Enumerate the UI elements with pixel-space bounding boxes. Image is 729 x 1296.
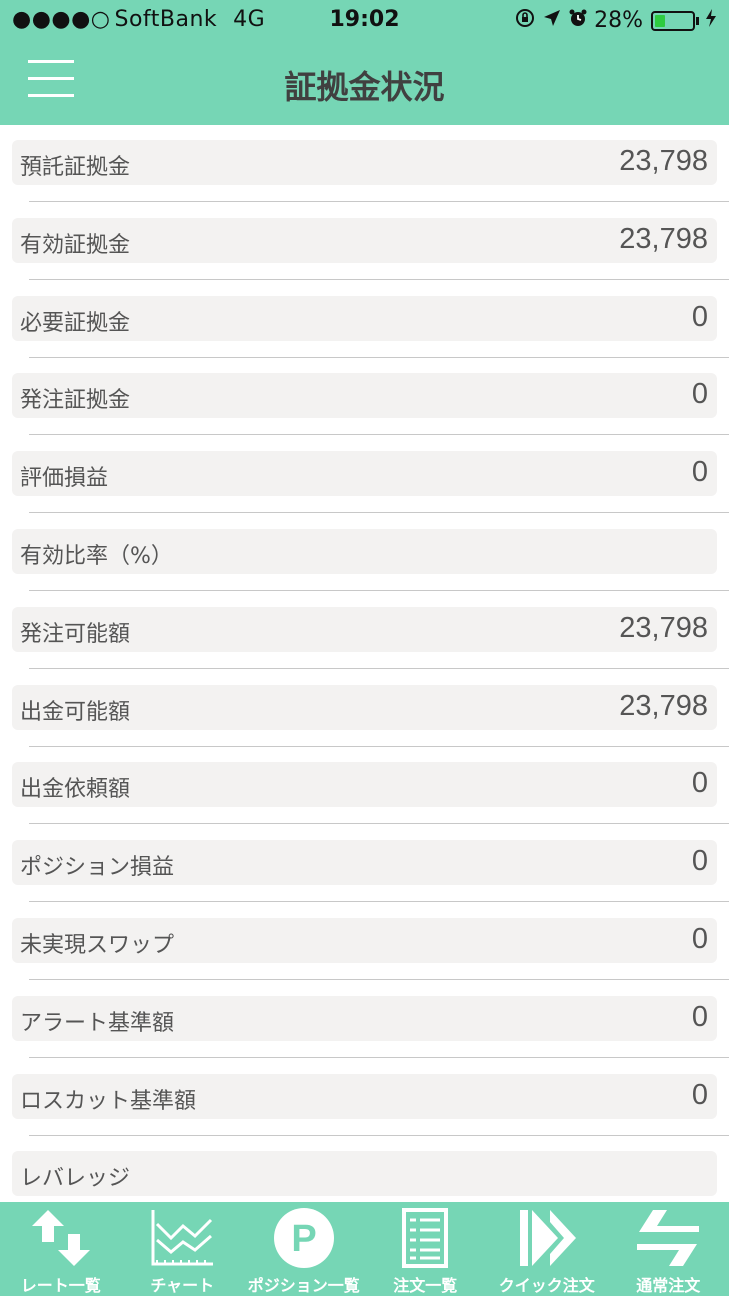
top-bar: ●●●●○ SoftBank 4G 19:02 28% 証拠金状況 <box>0 0 729 125</box>
charging-bolt-icon <box>705 8 717 33</box>
row-value: 0 <box>691 1001 708 1033</box>
tab-label: クイック注文 <box>498 1276 595 1295</box>
list-item: 発注可能額 23,798 <box>12 607 717 652</box>
row-label: 発注可能額 <box>20 622 131 647</box>
row-divider <box>29 979 729 980</box>
row-label: 未実現スワップ <box>20 933 175 958</box>
battery-body <box>651 10 695 31</box>
list-item: 必要証拠金 0 <box>12 296 717 341</box>
row-value: 0 <box>691 301 708 333</box>
tab-label: ポジション一覧 <box>247 1276 360 1295</box>
list-item: 出金可能額 23,798 <box>12 685 717 730</box>
normal-order-icon <box>633 1206 703 1270</box>
row-label: 有効証拠金 <box>20 233 131 258</box>
row-label: 預託証拠金 <box>20 155 131 180</box>
battery-cap <box>696 16 699 25</box>
row-label: 出金可能額 <box>20 700 131 725</box>
chart-icon <box>147 1206 217 1270</box>
row-divider <box>29 434 729 435</box>
row-divider <box>29 279 729 280</box>
row-value: 0 <box>691 767 708 799</box>
quick-order-icon <box>512 1206 582 1270</box>
tab-normal-order[interactable]: 通常注文 <box>608 1202 729 1296</box>
row-label: 評価損益 <box>20 466 109 491</box>
list-item: ポジション損益 0 <box>12 840 717 885</box>
row-value: 23,798 <box>619 223 708 255</box>
list-item: レバレッジ <box>12 1151 717 1196</box>
tab-label: チャート <box>150 1276 215 1295</box>
tab-chart[interactable]: チャート <box>122 1202 244 1296</box>
order-list-icon <box>390 1206 460 1270</box>
bottom-tab-bar: レート一覧 チャート P ポジション一覧 注文一覧 クイック注文 通常注文 <box>0 1202 729 1296</box>
list-item: 発注証拠金 0 <box>12 373 717 418</box>
row-value: 0 <box>691 1079 708 1111</box>
row-label: アラート基準額 <box>20 1011 175 1036</box>
row-label: 有効比率（%） <box>20 544 173 569</box>
row-divider <box>29 590 729 591</box>
alarm-icon <box>568 8 588 33</box>
svg-text:P: P <box>291 1218 316 1260</box>
row-value: 23,798 <box>619 145 708 177</box>
row-label: レバレッジ <box>20 1166 131 1191</box>
list-item: アラート基準額 0 <box>12 996 717 1041</box>
tab-quick-order[interactable]: クイック注文 <box>486 1202 608 1296</box>
tab-label: 通常注文 <box>636 1276 701 1295</box>
tab-order-list[interactable]: 注文一覧 <box>365 1202 487 1296</box>
row-value: 0 <box>691 378 708 410</box>
tab-position-p[interactable]: P ポジション一覧 <box>243 1202 365 1296</box>
row-divider <box>29 512 729 513</box>
row-value: 0 <box>691 923 708 955</box>
status-bar: ●●●●○ SoftBank 4G 19:02 28% <box>0 0 729 40</box>
row-label: 発注証拠金 <box>20 388 131 413</box>
row-label: 出金依頼額 <box>20 777 131 802</box>
row-value: 0 <box>691 845 708 877</box>
row-divider <box>29 1057 729 1058</box>
row-divider <box>29 901 729 902</box>
row-value: 23,798 <box>619 690 708 722</box>
row-divider <box>29 746 729 747</box>
battery-percent: 28% <box>594 8 643 33</box>
list-item: 出金依頼額 0 <box>12 762 717 807</box>
row-value: 0 <box>691 456 708 488</box>
row-label: ロスカット基準額 <box>20 1089 197 1114</box>
position-p-icon: P <box>269 1206 339 1270</box>
app-header: 証拠金状況 <box>0 40 729 125</box>
location-arrow-icon <box>542 8 562 33</box>
list-item: 預託証拠金 23,798 <box>12 140 717 185</box>
row-value: 23,798 <box>619 612 708 644</box>
row-label: 必要証拠金 <box>20 311 131 336</box>
row-divider <box>29 201 729 202</box>
orientation-lock-icon <box>514 7 536 34</box>
page-title: 証拠金状況 <box>284 68 445 106</box>
tab-label: 注文一覧 <box>393 1276 458 1295</box>
list-item: 有効比率（%） <box>12 529 717 574</box>
list-item: 未実現スワップ 0 <box>12 918 717 963</box>
row-label: ポジション損益 <box>20 855 175 880</box>
row-divider <box>29 357 729 358</box>
row-divider <box>29 668 729 669</box>
status-right: 28% <box>514 7 717 34</box>
battery-fill <box>655 14 666 27</box>
row-divider <box>29 1135 729 1136</box>
list-item: 評価損益 0 <box>12 451 717 496</box>
battery-icon <box>649 10 699 31</box>
rate-arrows-icon <box>26 1206 96 1270</box>
row-divider <box>29 823 729 824</box>
tab-label: レート一覧 <box>20 1276 101 1295</box>
tab-rate-arrows[interactable]: レート一覧 <box>0 1202 122 1296</box>
list-item: 有効証拠金 23,798 <box>12 218 717 263</box>
list-item: ロスカット基準額 0 <box>12 1074 717 1119</box>
